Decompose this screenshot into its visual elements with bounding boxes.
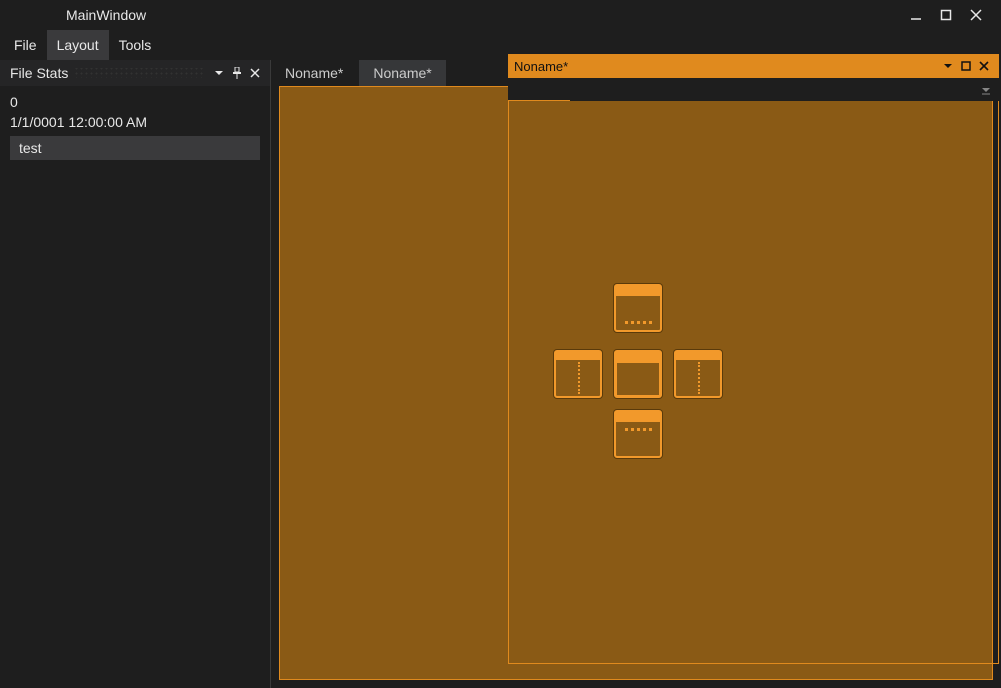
pin-icon[interactable] bbox=[228, 64, 246, 82]
stat-line-1: 0 bbox=[10, 92, 260, 112]
side-panel-title: File Stats bbox=[10, 65, 68, 81]
panel-close-icon[interactable] bbox=[246, 64, 264, 82]
float-dropdown-icon[interactable] bbox=[939, 57, 957, 75]
menu-tools[interactable]: Tools bbox=[109, 30, 162, 60]
minimize-button[interactable] bbox=[901, 0, 931, 30]
doc-tab-1[interactable]: Noname* bbox=[271, 60, 357, 86]
side-panel-body: 0 1/1/0001 12:00:00 AM test bbox=[0, 86, 270, 166]
titlebar: MainWindow bbox=[0, 0, 1001, 30]
float-tab-rest bbox=[570, 78, 999, 101]
stat-input[interactable]: test bbox=[10, 136, 260, 160]
doc-tab-1-label: Noname* bbox=[285, 65, 343, 81]
panel-dropdown-icon[interactable] bbox=[210, 64, 228, 82]
float-overflow-icon[interactable] bbox=[977, 81, 995, 99]
float-active-tab-stub[interactable] bbox=[508, 78, 570, 101]
float-tabstrip bbox=[508, 78, 999, 101]
floating-window[interactable]: Noname* bbox=[508, 54, 999, 664]
app-icon bbox=[22, 7, 38, 23]
close-button[interactable] bbox=[961, 0, 991, 30]
menu-layout[interactable]: Layout bbox=[47, 30, 109, 60]
window-title: MainWindow bbox=[66, 7, 146, 23]
float-body[interactable] bbox=[508, 101, 999, 664]
menu-file[interactable]: File bbox=[4, 30, 47, 60]
float-header[interactable]: Noname* bbox=[508, 54, 999, 78]
maximize-button[interactable] bbox=[931, 0, 961, 30]
stat-input-value: test bbox=[19, 138, 42, 158]
side-panel-header[interactable]: File Stats bbox=[0, 60, 270, 86]
doc-tab-2-label: Noname* bbox=[373, 65, 431, 81]
float-maximize-icon[interactable] bbox=[957, 57, 975, 75]
float-close-icon[interactable] bbox=[975, 57, 993, 75]
side-panel: File Stats 0 1/1/0001 12:00:00 AM test bbox=[0, 60, 270, 688]
stat-line-2: 1/1/0001 12:00:00 AM bbox=[10, 112, 260, 132]
float-title: Noname* bbox=[514, 59, 568, 74]
doc-tab-2[interactable]: Noname* bbox=[359, 60, 445, 86]
panel-grip[interactable] bbox=[74, 68, 204, 78]
